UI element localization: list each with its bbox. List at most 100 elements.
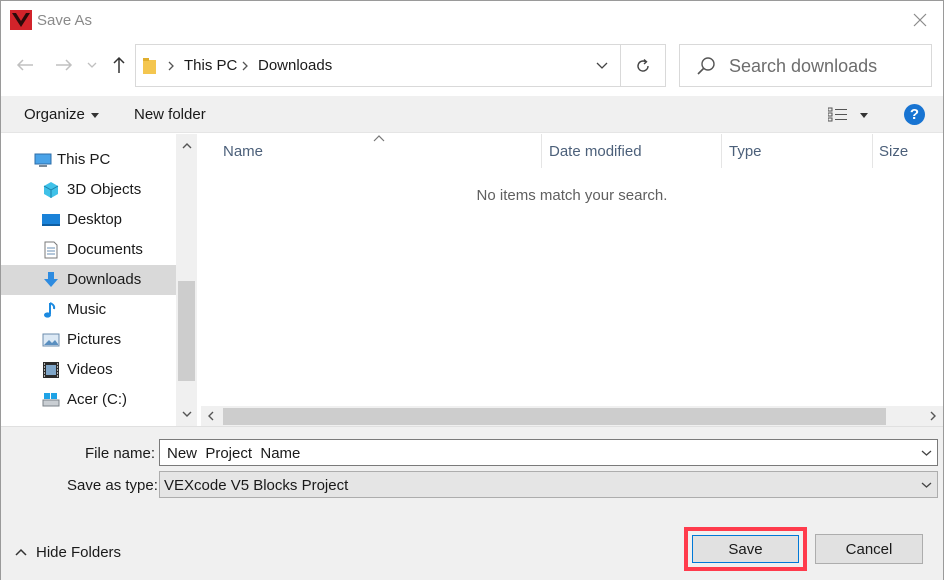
search-box[interactable] (679, 44, 932, 87)
scroll-thumb[interactable] (178, 281, 195, 381)
save-form-area: File name: Save as type: VEXcode V5 Bloc… (1, 426, 943, 580)
chevron-right-icon (930, 411, 936, 421)
nav-item-label: Desktop (67, 211, 123, 228)
nav-item-videos[interactable]: Videos (1, 355, 176, 385)
sort-ascending-icon (373, 135, 385, 142)
change-view-button[interactable] (824, 104, 874, 126)
scroll-up-button[interactable] (176, 136, 197, 156)
close-icon (913, 13, 927, 27)
app-logo-icon (10, 10, 32, 30)
breadcrumb-this-pc[interactable]: This PC (184, 57, 237, 74)
scroll-down-button[interactable] (176, 404, 197, 424)
new-folder-button[interactable]: New folder (134, 106, 206, 123)
up-button[interactable] (107, 51, 131, 79)
save-type-value: VEXcode V5 Blocks Project (164, 477, 349, 494)
column-header-type[interactable]: Type (729, 134, 762, 168)
downloads-icon (44, 272, 58, 287)
nav-item-3d-objects[interactable]: 3D Objects (1, 175, 176, 205)
organize-label: Organize (24, 106, 85, 123)
file-name-dropdown-button[interactable] (915, 440, 937, 465)
scroll-thumb[interactable] (223, 408, 886, 425)
nav-item-label: Videos (67, 361, 113, 378)
hide-folders-label: Hide Folders (36, 544, 122, 561)
nav-item-label: Pictures (67, 331, 122, 348)
nav-item-label: Acer (C:) (67, 391, 127, 408)
window-title: Save As (37, 12, 93, 29)
search-input[interactable] (729, 53, 924, 79)
videos-icon (43, 362, 59, 378)
save-type-label: Save as type: (67, 477, 158, 494)
file-name-combobox[interactable] (159, 439, 938, 466)
3d-objects-icon (43, 182, 59, 198)
address-bar[interactable]: This PC Downloads (135, 44, 666, 87)
refresh-icon (637, 58, 649, 72)
chevron-left-icon (208, 411, 214, 421)
file-name-input[interactable] (167, 444, 907, 463)
nav-item-downloads[interactable]: Downloads (1, 265, 176, 295)
desktop-icon (42, 214, 60, 226)
breadcrumb-separator-icon (164, 57, 178, 75)
filelist-scrollbar[interactable] (201, 406, 943, 426)
nav-item-label: 3D Objects (67, 181, 142, 198)
search-icon (697, 57, 715, 75)
save-type-select[interactable]: VEXcode V5 Blocks Project (159, 471, 938, 498)
documents-icon (44, 241, 58, 259)
nav-item-documents[interactable]: Documents (1, 235, 176, 265)
chevron-down-icon (87, 62, 97, 68)
nav-item-drive-c[interactable]: Acer (C:) (1, 385, 176, 415)
column-divider[interactable] (721, 134, 722, 168)
chevron-up-icon (15, 548, 27, 556)
cancel-button[interactable]: Cancel (815, 534, 923, 564)
column-header-name[interactable]: Name (223, 134, 263, 168)
nav-item-desktop[interactable]: Desktop (1, 205, 176, 235)
music-icon (44, 302, 56, 318)
command-toolbar: Organize New folder ? (1, 96, 943, 133)
folder-icon (143, 58, 156, 74)
address-dropdown-button[interactable] (584, 45, 620, 86)
organize-button[interactable]: Organize (24, 106, 99, 123)
scroll-right-button[interactable] (923, 406, 943, 426)
column-header-date-modified[interactable]: Date modified (549, 134, 642, 168)
file-list: Name Date modified Type Size No items ma… (197, 134, 943, 426)
breadcrumb-downloads[interactable]: Downloads (258, 57, 332, 74)
chevron-down-icon (182, 411, 191, 417)
refresh-button[interactable] (621, 45, 665, 86)
recent-locations-button[interactable] (83, 51, 101, 79)
column-divider[interactable] (541, 134, 542, 168)
arrow-right-icon (56, 59, 73, 71)
chevron-up-icon (182, 143, 191, 149)
chevron-down-icon (921, 482, 931, 488)
navpane-scrollbar[interactable] (176, 134, 197, 426)
caret-down-icon (860, 113, 868, 118)
pictures-icon (42, 333, 60, 347)
arrow-left-icon (16, 59, 33, 71)
back-button[interactable] (13, 51, 37, 79)
view-list-icon (828, 107, 847, 122)
chevron-down-icon (596, 62, 608, 69)
breadcrumb-separator-icon (238, 57, 252, 75)
save-as-dialog: Save As This PC Downloads Search downloa… (0, 0, 944, 580)
column-divider[interactable] (872, 134, 873, 168)
save-type-dropdown-button[interactable] (915, 472, 937, 497)
help-button[interactable]: ? (904, 104, 925, 125)
caret-down-icon (90, 112, 99, 118)
file-name-label: File name: (85, 445, 156, 462)
nav-item-this-pc[interactable]: This PC (1, 145, 176, 175)
chevron-down-icon (921, 450, 931, 456)
nav-item-music[interactable]: Music (1, 295, 176, 325)
computer-icon (34, 153, 52, 167)
close-button[interactable] (897, 1, 943, 39)
title-bar: Save As (1, 1, 943, 41)
column-header-size[interactable]: Size (879, 134, 908, 168)
empty-message: No items match your search. (476, 187, 668, 204)
navigation-pane: This PC 3D Objects Desktop Documents Dow… (1, 134, 197, 426)
nav-item-label: Music (67, 301, 107, 318)
forward-button[interactable] (52, 51, 76, 79)
nav-item-label: Documents (67, 241, 143, 258)
nav-item-pictures[interactable]: Pictures (1, 325, 176, 355)
scroll-left-button[interactable] (201, 406, 221, 426)
arrow-up-icon (113, 56, 125, 73)
nav-item-label: This PC (57, 151, 111, 168)
save-button[interactable]: Save (692, 535, 799, 563)
nav-item-label: Downloads (67, 271, 142, 288)
